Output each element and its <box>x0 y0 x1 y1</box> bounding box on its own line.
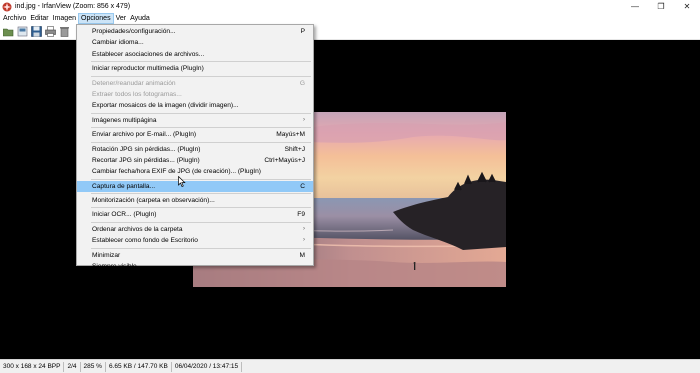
window-title: ind.jpg - IrfanView (Zoom: 856 x 479) <box>15 3 131 10</box>
status-zoom: 285 % <box>81 361 106 372</box>
menu-archivo[interactable]: Archivo <box>1 13 28 24</box>
menu-item-label: Exportar mosaicos de la imagen (dividir … <box>92 102 239 110</box>
close-button[interactable]: ✕ <box>674 0 700 13</box>
menu-item-label: Recortar JPG sin pérdidas... (PlugIn) <box>92 156 200 164</box>
submenu-arrow-icon: › <box>303 225 305 232</box>
title-bar: ind.jpg - IrfanView (Zoom: 856 x 479) — … <box>0 0 700 13</box>
menu-item-detener-animacion: Detener/reanudar animación G <box>77 78 313 89</box>
menu-editar[interactable]: Editar <box>28 13 50 24</box>
submenu-arrow-icon: › <box>303 237 305 244</box>
mouse-cursor-icon <box>178 175 186 187</box>
minimize-button[interactable]: — <box>622 0 648 13</box>
menu-item-reproductor[interactable]: Iniciar reproductor multimedia (PlugIn) <box>77 63 313 74</box>
menu-item-label: Ordenar archivos de la carpeta <box>92 225 183 233</box>
menu-item-cambiar-idioma[interactable]: Cambiar idioma... <box>77 37 313 48</box>
menu-item-shortcut: P <box>300 28 305 35</box>
menu-item-label: Detener/reanudar animación <box>92 79 176 87</box>
menu-item-recortar-jpg[interactable]: Recortar JPG sin pérdidas... (PlugIn) Ctr… <box>77 155 313 166</box>
menu-item-label: Siempre visible <box>92 263 137 271</box>
menu-item-label: Cambiar idioma... <box>92 39 144 47</box>
submenu-arrow-icon: › <box>303 116 305 123</box>
menu-ayuda[interactable]: Ayuda <box>128 13 152 24</box>
menu-item-label: Establecer como fondo de Escritorio <box>92 237 198 245</box>
status-file-size: 6.65 KB / 147.70 KB <box>106 361 172 372</box>
irfanview-app-icon[interactable] <box>2 2 12 12</box>
menu-item-label: Propiedades/configuración... <box>92 28 176 35</box>
menu-item-label: Iniciar OCR... (PlugIn) <box>92 211 157 219</box>
menu-item-label: Extraer todos los fotogramas... <box>92 90 182 98</box>
open-folder-icon[interactable] <box>2 26 14 38</box>
menu-item-rotacion-jpg[interactable]: Rotación JPG sin pérdidas... (PlugIn) Shi… <box>77 144 313 155</box>
menu-item-minimizar[interactable]: Minimizar M <box>77 250 313 261</box>
menu-item-label: Minimizar <box>92 251 121 259</box>
menu-item-iniciar-ocr[interactable]: Iniciar OCR... (PlugIn) F9 <box>77 209 313 220</box>
menu-opciones[interactable]: Opciones <box>78 13 114 24</box>
menu-item-extraer-fotogramas: Extraer todos los fotogramas... <box>77 89 313 100</box>
menu-item-shortcut: M <box>299 251 306 259</box>
menu-item-captura-pantalla[interactable]: Captura de pantalla... C <box>77 180 313 193</box>
print-icon[interactable] <box>44 26 56 38</box>
menu-item-monitorizacion[interactable]: Monitorización (carpeta en observación).… <box>77 195 313 206</box>
menu-item-ordenar-archivos[interactable]: Ordenar archivos de la carpeta › <box>77 224 313 235</box>
menu-item-shortcut: C <box>300 182 305 190</box>
delete-icon[interactable] <box>58 26 70 38</box>
maximize-button[interactable]: ❐ <box>648 0 674 13</box>
menu-item-propiedades[interactable]: Propiedades/configuración... P <box>77 26 313 37</box>
menu-item-label: Iniciar reproductor multimedia (PlugIn) <box>92 65 204 73</box>
menu-item-shortcut: Mayús+M <box>276 131 305 139</box>
status-image-dimensions: 300 x 168 x 24 BPP <box>0 361 65 372</box>
menu-item-label: Establecer asociaciones de archivos... <box>92 50 205 58</box>
menu-item-shortcut: G <box>299 79 305 87</box>
menu-item-exportar-mosaicos[interactable]: Exportar mosaicos de la imagen (dividir … <box>77 100 313 111</box>
save-icon[interactable] <box>30 26 42 38</box>
menu-item-shortcut: Shift+J <box>284 145 305 153</box>
status-bar: 300 x 168 x 24 BPP 2/4 285 % 6.65 KB / 1… <box>0 359 700 373</box>
menu-item-label: Imágenes multipágina <box>92 116 157 124</box>
menu-item-asociaciones[interactable]: Establecer asociaciones de archivos... <box>77 49 313 60</box>
menu-item-imagenes-multipagina[interactable]: Imágenes multipágina › <box>77 115 313 126</box>
status-page-index: 2/4 <box>64 361 81 372</box>
menu-imagen[interactable]: Imagen <box>51 13 78 24</box>
menu-item-siempre-visible[interactable]: Siempre visible <box>77 261 313 272</box>
window-controls: — ❐ ✕ <box>622 0 700 13</box>
menu-ver[interactable]: Ver <box>114 13 129 24</box>
menu-bar: Archivo Editar Imagen Opciones Ver Ayuda <box>0 13 700 24</box>
menu-item-label: Cambiar fecha/hora EXIF de JPG (de creac… <box>92 168 261 176</box>
menu-item-enviar-email[interactable]: Enviar archivo por E-mail... (PlugIn) May… <box>77 129 313 140</box>
status-date-time: 06/04/2020 / 13:47:15 <box>172 361 243 372</box>
menu-item-shortcut: Ctrl+Mayús+J <box>264 156 305 164</box>
options-dropdown-menu: Propiedades/configuración... P Cambiar id… <box>76 24 314 270</box>
menu-item-fondo-escritorio[interactable]: Establecer como fondo de Escritorio › <box>77 235 313 246</box>
menu-item-fecha-exif[interactable]: Cambiar fecha/hora EXIF de JPG (de creac… <box>77 166 313 177</box>
menu-item-label: Monitorización (carpeta en observación).… <box>92 197 215 205</box>
thumbnails-icon[interactable] <box>16 26 28 38</box>
menu-item-label: Enviar archivo por E-mail... (PlugIn) <box>92 131 197 139</box>
menu-item-shortcut: F9 <box>297 211 305 219</box>
menu-item-label: Captura de pantalla... <box>92 182 156 190</box>
menu-item-label: Rotación JPG sin pérdidas... (PlugIn) <box>92 145 201 153</box>
